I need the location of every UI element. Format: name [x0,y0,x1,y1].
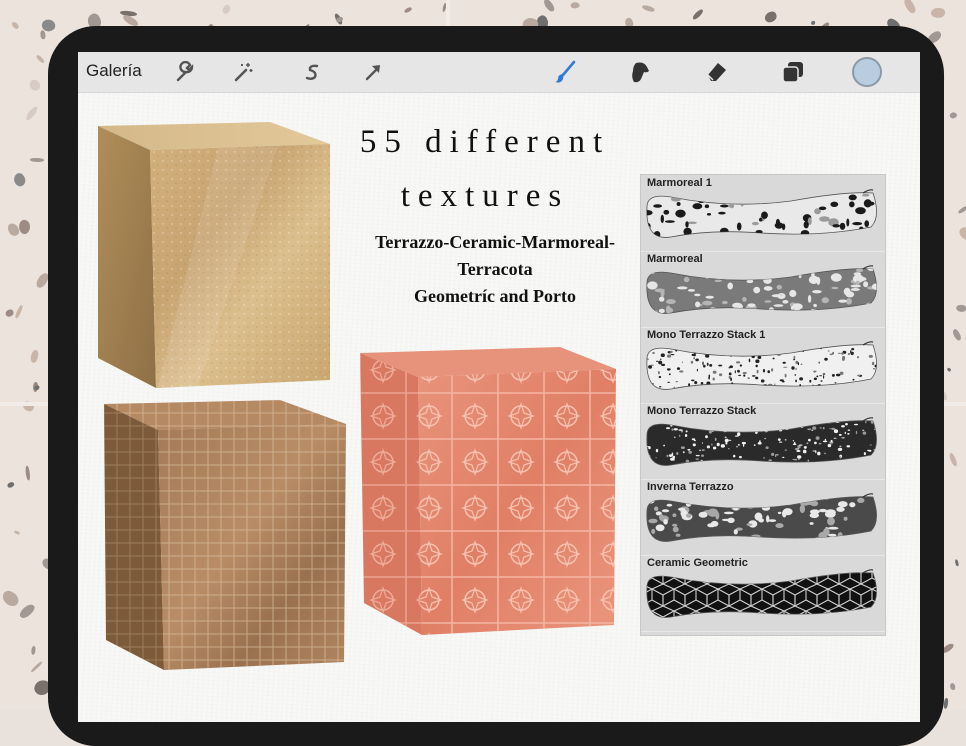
terrazzo-chip [29,79,41,92]
subtitle-line-3: Geometríc and Porto [414,286,576,306]
terrazzo-chip [930,6,946,19]
terrazzo-chip [0,588,21,609]
eraser-icon[interactable] [704,59,730,85]
terrazzo-chip [951,328,963,342]
terrazzo-chip [24,465,32,481]
gallery-button[interactable]: Galería [86,61,142,81]
terrazzo-chip [691,7,704,21]
brush-item[interactable]: Mono Terrazzo Stack [641,403,885,480]
terrazzo-chip [954,558,960,567]
terrazzo-chip [33,384,41,391]
layers-icon[interactable] [780,59,806,85]
brush-icon[interactable] [552,59,578,85]
terrazzo-chip [11,20,21,30]
brush-item[interactable]: Inverna Terrazzo [641,479,885,556]
brush-item[interactable]: Marmoreal [641,251,885,328]
terracotta-texture-cube [360,347,616,635]
brush-stroke-preview [646,569,877,618]
brush-stroke-preview [646,493,877,542]
magic-wand-icon[interactable] [230,59,256,85]
terrazzo-chip [30,645,36,655]
brush-stroke-preview [646,189,877,238]
terrazzo-chip [810,20,815,26]
terrazzo-chip [948,110,958,120]
procreate-screen: Galería 55 different textures Terrazzo-C… [78,52,920,722]
terrazzo-chip [957,204,966,214]
subtitle-line-2: Terracota [457,259,533,279]
terrazzo-chip [955,303,966,313]
terrazzo-chip [5,480,15,489]
selection-s-icon[interactable] [300,59,326,85]
terrazzo-chip [764,10,779,24]
terrazzo-chip [4,309,14,318]
brush-stroke-preview [646,341,877,390]
subtitle-line-1: Terrazzo-Ceramic-Marmoreal- [375,232,615,252]
brush-library-panel: Marmoreal 1 Marmoreal Mono Terrazzo Stack … [640,174,886,636]
terrazzo-chip [18,602,37,621]
brush-stroke-preview [646,265,877,314]
terrazzo-chip [570,1,580,10]
headline-line-1: 55 different [359,124,611,160]
terrazzo-chip [11,171,28,189]
brush-item[interactable]: Ceramic Geometric [641,555,885,632]
brush-item[interactable]: Marmoreal 1 [641,175,885,252]
terrazzo-chip [14,304,24,320]
terrazzo-chip [335,16,344,23]
terrazzo-chip [34,54,45,65]
terrazzo-chip [220,3,233,16]
brush-item[interactable]: Mono Terrazzo Stack 1 [641,327,885,404]
terrazzo-chip [957,226,966,243]
terrazzo-chip [946,367,952,372]
terrazzo-chip [541,0,556,13]
terrazzo-chip [13,529,20,535]
terrazzo-chip [902,0,918,15]
terrazzo-chip [24,104,39,121]
top-toolbar: Galería [78,52,920,93]
terrazzo-chip [30,158,45,163]
headline-line-2: textures [400,178,570,214]
terrazzo-chip [403,6,413,15]
terrazzo-chip [641,3,656,14]
terrazzo-chip [949,682,956,691]
terrazzo-chip [947,451,959,467]
smudge-icon[interactable] [628,59,654,85]
terrazzo-chip [30,660,44,674]
brush-stroke-preview [646,417,877,466]
wrench-icon[interactable] [172,59,198,85]
terrazzo-chip [30,349,39,364]
color-picker-swatch[interactable] [852,57,882,87]
tile-texture-cube [104,400,346,670]
sand-texture-cube [98,122,330,388]
arrow-transform-icon[interactable] [360,59,386,85]
